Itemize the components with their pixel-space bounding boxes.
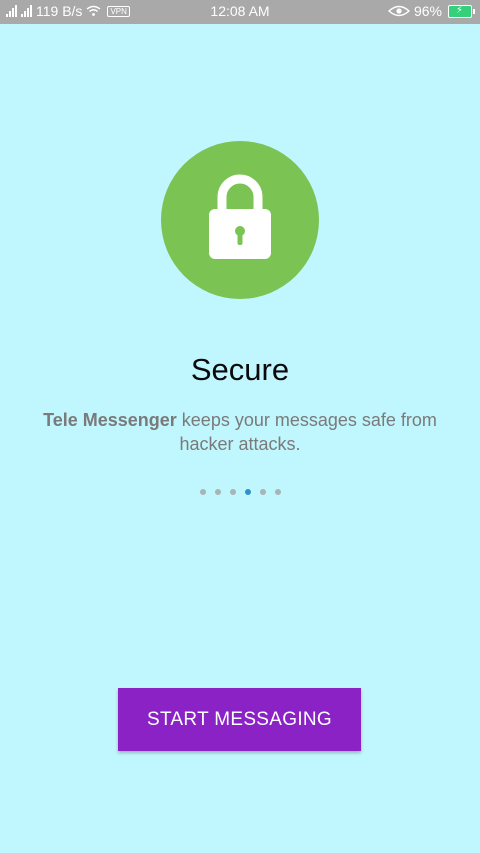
status-right-group: 96% ⚡ xyxy=(387,3,475,19)
page-dot xyxy=(229,489,236,495)
charging-bolt-icon: ⚡ xyxy=(456,4,464,16)
page-dot xyxy=(214,489,221,495)
battery-charging-icon: ⚡ xyxy=(448,4,475,18)
start-messaging-button[interactable]: START MESSAGING xyxy=(118,688,361,751)
page-dot xyxy=(274,489,281,495)
page-dot-active xyxy=(244,489,251,495)
page-dot xyxy=(199,489,206,495)
slide-title: Secure xyxy=(190,352,290,387)
page-indicator xyxy=(0,489,480,495)
page-dot xyxy=(259,489,266,495)
status-bar: 119 B/s VPN 12:08 AM 96% ⚡ xyxy=(0,0,480,24)
lock-illustration xyxy=(161,141,319,299)
lock-icon xyxy=(209,174,271,259)
description-text: keeps your messages safe from hacker att… xyxy=(176,410,437,454)
slide-description: Tele Messenger keeps your messages safe … xyxy=(30,408,450,456)
app-name-highlight: Tele Messenger xyxy=(43,410,177,430)
battery-percent: 96% xyxy=(413,3,442,19)
eye-icon xyxy=(387,5,410,17)
